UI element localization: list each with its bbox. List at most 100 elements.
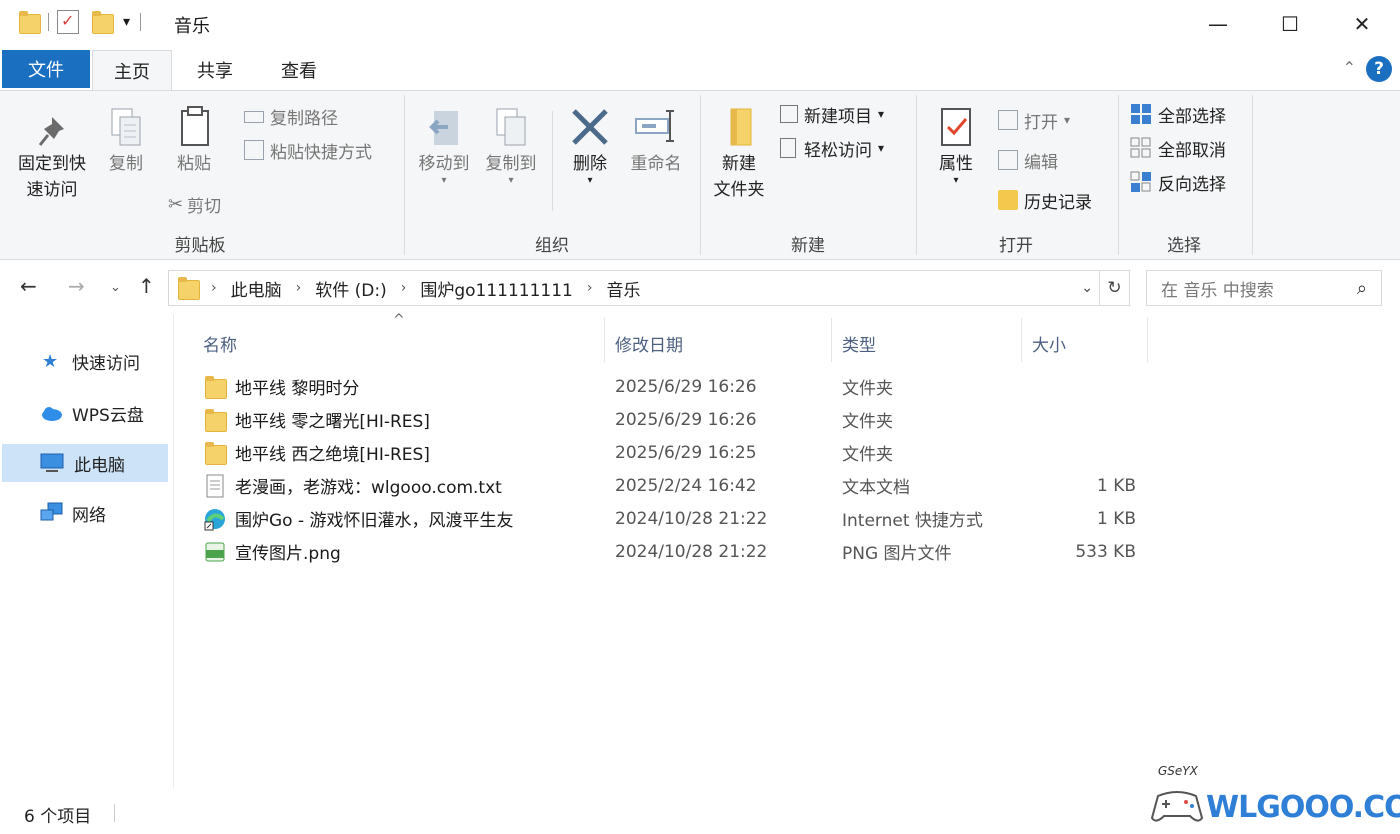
breadcrumb-this-pc[interactable]: 此电脑 — [231, 276, 282, 301]
breadcrumb-folder[interactable]: 围炉go111111111 — [420, 276, 573, 301]
edit-button[interactable]: 编辑 — [998, 145, 1058, 175]
nav-item-wps-cloud[interactable]: WPS云盘 — [0, 394, 170, 432]
file-row[interactable]: 地平线 西之绝境[HI-RES] 2025/6/29 16:25 文件夹 — [200, 436, 1150, 469]
paste-button[interactable]: 粘贴 — [168, 105, 220, 177]
up-arrow-icon[interactable]: ↑ — [138, 274, 155, 298]
file-row[interactable]: 围炉Go - 游戏怀旧灌水，风渡平生友 2024/10/28 21:22 Int… — [200, 502, 1150, 535]
file-row[interactable]: 地平线 黎明时分 2025/6/29 16:26 文件夹 — [200, 370, 1150, 403]
help-icon[interactable]: ? — [1366, 56, 1392, 82]
toolbar-divider — [140, 13, 142, 31]
new-folder-icon — [730, 108, 752, 146]
search-icon[interactable]: ⌕ — [1357, 278, 1367, 299]
pin-label-2: 速访问 — [26, 180, 78, 200]
file-date: 2025/2/24 16:42 — [615, 475, 757, 496]
dropdown-arrow-icon: ▾ — [878, 141, 885, 155]
back-arrow-icon[interactable]: ← — [20, 274, 37, 298]
tab-home[interactable]: 主页 — [92, 50, 172, 90]
nav-item-this-pc[interactable]: 此电脑 — [2, 444, 168, 482]
chevron-right-icon[interactable]: › — [296, 280, 302, 296]
rename-button[interactable]: 重命名 — [624, 105, 688, 177]
easy-access-icon — [780, 138, 796, 158]
column-divider[interactable] — [1147, 318, 1148, 362]
invert-selection-button[interactable]: 反向选择 — [1130, 167, 1226, 197]
new-folder-label-2: 文件夹 — [713, 180, 765, 200]
open-button[interactable]: 打开 ▾ — [998, 105, 1070, 135]
edit-icon — [998, 150, 1018, 170]
group-divider — [404, 95, 405, 255]
file-date: 2025/6/29 16:26 — [615, 376, 757, 397]
tab-file[interactable]: 文件 — [2, 50, 90, 88]
forward-arrow-icon[interactable]: → — [68, 274, 85, 298]
organize-group-label: 组织 — [535, 236, 569, 256]
title-bar: ▾ 音乐 — ☐ ✕ — [0, 0, 1400, 48]
tab-view[interactable]: 查看 — [260, 50, 338, 90]
new-item-button[interactable]: 新建项目 ▾ — [780, 99, 884, 129]
easy-access-button[interactable]: 轻松访问 ▾ — [780, 133, 884, 163]
properties-button[interactable]: 属性 ▾ — [930, 105, 982, 186]
address-dropdown-icon[interactable]: ⌄ — [1081, 280, 1093, 296]
copy-button[interactable]: 复制 — [100, 105, 152, 177]
star-icon: ★ — [42, 350, 59, 372]
paste-shortcut-button[interactable]: 粘贴快捷方式 — [244, 135, 372, 165]
paste-shortcut-icon — [244, 140, 264, 160]
file-size: 533 KB — [1075, 541, 1136, 562]
delete-button[interactable]: 删除 ▾ — [564, 105, 616, 186]
new-item-icon — [780, 105, 798, 123]
new-folder-icon[interactable] — [91, 10, 114, 34]
file-date: 2024/10/28 21:22 — [615, 541, 768, 562]
rename-label: 重命名 — [630, 154, 682, 174]
column-header-date[interactable]: 修改日期 — [615, 324, 825, 362]
select-group-label: 选择 — [1167, 236, 1201, 256]
file-type: 文件夹 — [842, 379, 893, 399]
file-type: PNG 图片文件 — [842, 544, 952, 564]
collapse-ribbon-icon[interactable]: ⌃ — [1343, 58, 1356, 77]
select-all-icon — [1131, 104, 1151, 124]
nav-item-network[interactable]: 网络 — [0, 494, 170, 532]
copy-to-button[interactable]: 复制到 ▾ — [480, 105, 542, 186]
invert-selection-icon — [1130, 171, 1151, 192]
file-row[interactable]: 地平线 零之曙光[HI-RES] 2025/6/29 16:26 文件夹 — [200, 403, 1150, 436]
customize-toolbar-icon[interactable]: ▾ — [123, 14, 130, 30]
group-divider — [1252, 95, 1253, 255]
column-divider[interactable] — [831, 318, 832, 362]
maximize-button[interactable]: ☐ — [1254, 0, 1326, 48]
easy-access-label: 轻松访问 — [804, 140, 872, 161]
nav-item-quick-access[interactable]: ★ 快速访问 — [0, 342, 170, 380]
column-header-size[interactable]: 大小 — [1032, 324, 1142, 362]
search-box[interactable]: 在 音乐 中搜索 ⌕ — [1146, 270, 1382, 306]
navigation-pane: ★ 快速访问 WPS云盘 此电脑 网络 — [0, 314, 174, 788]
minimize-button[interactable]: — — [1182, 0, 1254, 48]
copy-path-button[interactable]: 复制路径 — [244, 101, 338, 131]
pin-quick-access-button[interactable]: 固定到快 速访问 — [12, 113, 92, 203]
column-divider[interactable] — [1021, 318, 1022, 362]
scissors-icon: ✂ — [168, 193, 184, 215]
column-divider[interactable] — [604, 318, 605, 362]
chevron-right-icon[interactable]: › — [211, 280, 217, 296]
select-all-button[interactable]: 全部选择 — [1130, 99, 1226, 129]
breadcrumb-current[interactable]: 音乐 — [606, 276, 640, 301]
refresh-icon[interactable]: ↻ — [1099, 271, 1129, 305]
move-to-button[interactable]: 移动到 ▾ — [414, 105, 474, 186]
recent-locations-icon[interactable]: ⌄ — [110, 280, 121, 295]
file-row[interactable]: 老漫画，老游戏：wlgooo.com.txt 2025/2/24 16:42 文… — [200, 469, 1150, 502]
select-none-button[interactable]: 全部取消 — [1130, 133, 1226, 163]
nav-label-wps: WPS云盘 — [72, 405, 144, 426]
breadcrumb-drive-d[interactable]: 软件 (D:) — [315, 276, 387, 301]
close-button[interactable]: ✕ — [1326, 0, 1398, 48]
column-header-type[interactable]: 类型 — [842, 324, 1012, 362]
quick-access-toolbar: ▾ — [18, 10, 142, 34]
history-button[interactable]: 历史记录 — [998, 185, 1092, 215]
search-placeholder: 在 音乐 中搜索 — [1161, 280, 1274, 301]
properties-icon[interactable] — [57, 10, 79, 34]
chevron-right-icon[interactable]: › — [401, 280, 407, 296]
new-folder-button[interactable]: 新建 文件夹 — [708, 105, 770, 203]
tab-share[interactable]: 共享 — [176, 50, 254, 90]
item-count: 6 个项目 — [24, 807, 92, 827]
column-header-name[interactable]: 名称 — [203, 324, 603, 362]
file-row[interactable]: 宣传图片.png 2024/10/28 21:22 PNG 图片文件 533 K… — [200, 535, 1150, 568]
cut-button[interactable]: ✂ 剪切 — [168, 189, 221, 219]
chevron-right-icon[interactable]: › — [587, 280, 593, 296]
paste-shortcut-label: 粘贴快捷方式 — [270, 142, 372, 163]
file-name: 围炉Go - 游戏怀旧灌水，风渡平生友 — [235, 511, 514, 531]
address-bar[interactable]: › 此电脑 › 软件 (D:) › 围炉go111111111 › 音乐 ⌄ ↻ — [168, 270, 1130, 306]
